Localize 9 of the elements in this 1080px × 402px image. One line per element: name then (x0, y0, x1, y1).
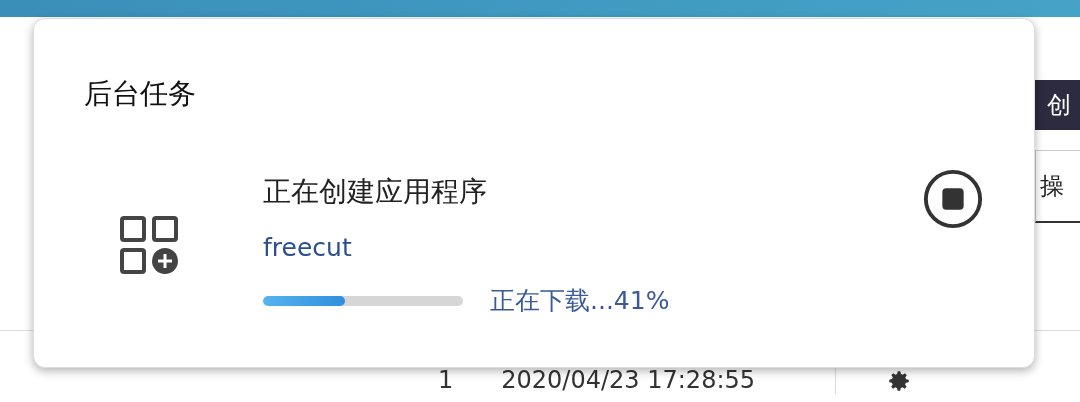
stop-icon[interactable] (922, 168, 984, 230)
create-button[interactable]: 创 (1035, 80, 1080, 130)
table-cell: 1 (438, 366, 454, 394)
task-title: 正在创建应用程序 (263, 174, 488, 210)
table-cell: 2020/04/23 17:28:55 (501, 366, 756, 394)
app-name: freecut (263, 233, 353, 262)
dialog-title: 后台任务 (84, 76, 197, 112)
add-app-icon (119, 215, 179, 275)
progress-status: 正在下载...41% (490, 285, 670, 317)
